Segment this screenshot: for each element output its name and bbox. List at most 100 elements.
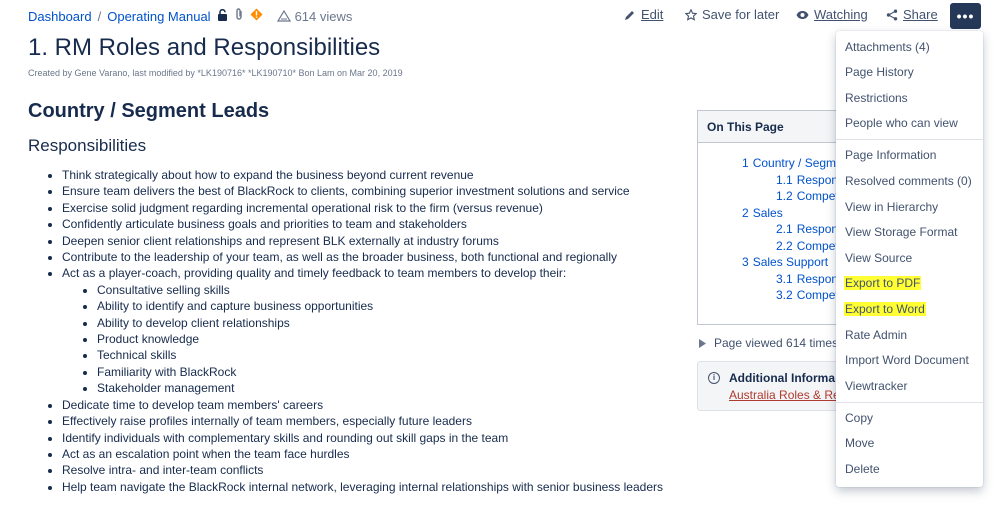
analytics-icon bbox=[276, 10, 291, 22]
list-item: Dedicate time to develop team members' c… bbox=[62, 397, 663, 413]
toc-number: 2.1 bbox=[776, 222, 793, 236]
toc-number: 2 bbox=[742, 205, 749, 220]
menu-item-move[interactable]: Move bbox=[845, 436, 874, 450]
toc-link[interactable]: Respon bbox=[797, 272, 838, 286]
toc-link[interactable]: Compet bbox=[797, 239, 839, 253]
menu-divider bbox=[836, 139, 983, 140]
toc-entry[interactable]: 1.2 Compet bbox=[742, 188, 843, 205]
toc-link[interactable]: Compet bbox=[797, 189, 839, 203]
top-bar: Dashboard / Operating Manual 614 views E… bbox=[0, 0, 999, 32]
eye-icon bbox=[796, 10, 809, 19]
toc-number: 3 bbox=[742, 255, 749, 269]
watching-label: Watching bbox=[814, 7, 868, 22]
toc-link[interactable]: Sales bbox=[753, 206, 783, 220]
toc-entry[interactable]: 3.2 Compet bbox=[742, 287, 843, 304]
list-item: Help team navigate the BlackRock interna… bbox=[62, 479, 663, 495]
menu-item-viewtracker[interactable]: Viewtracker bbox=[845, 379, 907, 393]
attachment-icon[interactable] bbox=[234, 8, 244, 24]
list-item: Contribute to the leadership of your tea… bbox=[62, 249, 663, 265]
pencil-icon bbox=[625, 10, 634, 20]
toc-entry[interactable]: 3 Sales Support bbox=[742, 254, 843, 271]
page-byline: Created by Gene Varano, last modified by… bbox=[28, 68, 403, 78]
menu-item-view-source[interactable]: View Source bbox=[845, 251, 912, 265]
responsibilities-list: Think strategically about how to expand … bbox=[48, 167, 663, 495]
list-item-text: Act as a player-coach, providing quality… bbox=[62, 266, 567, 281]
view-count-label: 614 views bbox=[294, 8, 353, 24]
breadcrumb-separator: / bbox=[97, 8, 102, 24]
on-this-page-panel: On This Page 1 Country / Segm 1.1 Respon 1… bbox=[697, 110, 844, 325]
additional-information-title: Additional Informa bbox=[729, 371, 835, 385]
page-viewed-expander[interactable]: Page viewed 614 times bbox=[699, 336, 838, 350]
additional-information-link[interactable]: Australia Roles & Re bbox=[729, 388, 840, 402]
edit-button[interactable]: Edit bbox=[624, 7, 663, 22]
share-button[interactable]: Share bbox=[886, 7, 938, 22]
more-actions-menu: Attachments (4) Page History Restriction… bbox=[836, 31, 983, 487]
toc-link[interactable]: Compet bbox=[797, 288, 839, 302]
list-item: Ensure team delivers the best of BlackRo… bbox=[62, 183, 663, 199]
list-item-with-sublist: Act as a player-coach, providing quality… bbox=[62, 265, 663, 396]
menu-item-rate-admin[interactable]: Rate Admin bbox=[845, 328, 907, 342]
sublist-item: Product knowledge bbox=[97, 331, 663, 347]
menu-item-copy[interactable]: Copy bbox=[845, 411, 873, 425]
list-item: Think strategically about how to expand … bbox=[62, 167, 663, 183]
list-item: Deepen senior client relationships and r… bbox=[62, 233, 663, 249]
more-actions-button[interactable]: ••• bbox=[950, 3, 981, 29]
sublist-item: Ability to identify and capture business… bbox=[97, 298, 663, 314]
menu-item-view-storage-format[interactable]: View Storage Format bbox=[845, 225, 958, 239]
view-count[interactable]: 614 views bbox=[276, 8, 353, 24]
menu-item-page-history[interactable]: Page History bbox=[845, 65, 914, 79]
list-item: Identify individuals with complementary … bbox=[62, 430, 663, 446]
list-item: Resolve intra- and inter-team conflicts bbox=[62, 462, 663, 478]
toc-entry[interactable]: 1.1 Respon bbox=[742, 172, 843, 189]
sublist-item: Ability to develop client relationships bbox=[97, 315, 663, 331]
toc-entry[interactable]: 3.1 Respon bbox=[742, 271, 843, 288]
on-this-page-heading: On This Page bbox=[698, 111, 843, 143]
sublist-item: Consultative selling skills bbox=[97, 282, 663, 298]
toc-number: 3.1 bbox=[776, 271, 793, 286]
toc-number: 2.2 bbox=[776, 238, 793, 253]
share-label: Share bbox=[903, 7, 938, 22]
menu-divider bbox=[836, 402, 983, 403]
toc-entry[interactable]: 2 Sales bbox=[742, 205, 843, 222]
breadcrumb-dashboard[interactable]: Dashboard bbox=[28, 9, 92, 24]
toc-entry[interactable]: 2.2 Compet bbox=[742, 238, 843, 255]
menu-item-export-to-word[interactable]: Export to Word bbox=[844, 302, 926, 316]
menu-item-delete[interactable]: Delete bbox=[845, 462, 880, 476]
list-item: Act as an escalation point when the team… bbox=[62, 446, 663, 462]
toc-link[interactable]: Respon bbox=[797, 173, 838, 187]
watching-button[interactable]: Watching bbox=[796, 7, 868, 22]
menu-item-page-information[interactable]: Page Information bbox=[845, 148, 936, 162]
menu-item-import-word-document[interactable]: Import Word Document bbox=[845, 353, 969, 367]
toc-entry[interactable]: 1 Country / Segm bbox=[742, 155, 843, 172]
section-heading: Country / Segment Leads bbox=[28, 100, 270, 122]
breadcrumb: Dashboard / Operating Manual 614 views bbox=[28, 8, 352, 24]
toc-number: 1 bbox=[742, 156, 749, 170]
diamond-warning-icon[interactable] bbox=[250, 8, 263, 24]
menu-item-resolved-comments[interactable]: Resolved comments (0) bbox=[845, 174, 972, 188]
unlocked-icon[interactable] bbox=[217, 8, 228, 24]
sublist-item: Technical skills bbox=[97, 347, 663, 363]
toc-list: 1 Country / Segm 1.1 Respon 1.2 Compet 2 Sal… bbox=[698, 143, 843, 304]
star-icon bbox=[685, 8, 697, 21]
menu-item-people-who-can-view[interactable]: People who can view bbox=[845, 116, 958, 130]
toc-number: 1.2 bbox=[776, 189, 793, 203]
info-icon: i bbox=[708, 372, 720, 384]
sublist-item: Stakeholder management bbox=[97, 380, 663, 396]
toc-link[interactable]: Sales Support bbox=[753, 255, 828, 269]
page-viewed-label: Page viewed 614 times bbox=[714, 336, 839, 350]
save-for-later-button[interactable]: Save for later bbox=[685, 7, 779, 22]
list-item: Confidently articulate business goals an… bbox=[62, 216, 663, 232]
toc-link[interactable]: Country / Segm bbox=[753, 156, 836, 170]
breadcrumb-operating-manual[interactable]: Operating Manual bbox=[107, 9, 210, 24]
toc-entry[interactable]: 2.1 Respon bbox=[742, 221, 843, 238]
share-icon bbox=[886, 9, 898, 20]
toc-number: 1.1 bbox=[776, 172, 793, 187]
menu-item-attachments[interactable]: Attachments (4) bbox=[845, 40, 930, 54]
toc-link[interactable]: Respon bbox=[797, 222, 838, 236]
menu-item-export-to-pdf[interactable]: Export to PDF bbox=[844, 276, 922, 290]
sublist-item: Familiarity with BlackRock bbox=[97, 364, 663, 380]
menu-item-restrictions[interactable]: Restrictions bbox=[845, 91, 908, 105]
skills-sublist: Consultative selling skills Ability to i… bbox=[62, 282, 663, 397]
additional-information-panel: i Additional Informa Australia Roles & R… bbox=[697, 361, 844, 411]
menu-item-view-in-hierarchy[interactable]: View in Hierarchy bbox=[845, 200, 938, 214]
